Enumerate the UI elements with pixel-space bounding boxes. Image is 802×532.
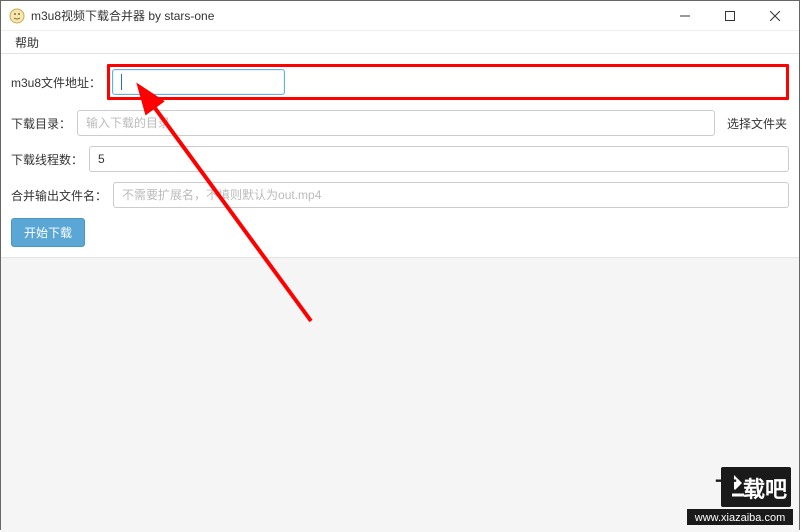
browse-button[interactable]: 选择文件夹 (725, 111, 789, 136)
url-input[interactable] (112, 69, 285, 95)
row-threads: 下载线程数： (11, 146, 789, 172)
close-button[interactable] (752, 2, 797, 30)
menubar: 帮助 (1, 31, 799, 54)
label-output: 合并输出文件名： (11, 187, 107, 204)
row-directory: 下载目录： 选择文件夹 (11, 110, 789, 136)
start-download-button[interactable]: 开始下载 (11, 218, 85, 247)
highlight-frame (107, 64, 789, 100)
form-area: m3u8文件地址： 下载目录： 选择文件夹 下载线程数： 合并输出文件名： (1, 54, 799, 258)
label-threads: 下载线程数： (11, 151, 83, 168)
directory-input[interactable] (77, 110, 715, 136)
row-start: 开始下载 (11, 218, 789, 247)
row-url: m3u8文件地址： (11, 64, 789, 100)
window-controls (662, 2, 797, 30)
maximize-button[interactable] (707, 2, 752, 30)
row-output: 合并输出文件名： (11, 182, 789, 208)
threads-input[interactable] (89, 146, 789, 172)
window-title: m3u8视频下载合并器 by stars-one (31, 7, 662, 24)
content-area (1, 258, 799, 532)
label-directory: 下载目录： (11, 115, 71, 132)
titlebar: m3u8视频下载合并器 by stars-one (1, 1, 799, 31)
menu-help[interactable]: 帮助 (7, 31, 47, 54)
label-url: m3u8文件地址： (11, 74, 101, 91)
app-window: m3u8视频下载合并器 by stars-one 帮助 m3u8文件地址： (0, 0, 800, 530)
output-input[interactable] (113, 182, 789, 208)
app-icon (9, 8, 25, 24)
text-caret (121, 74, 122, 90)
minimize-button[interactable] (662, 2, 707, 30)
